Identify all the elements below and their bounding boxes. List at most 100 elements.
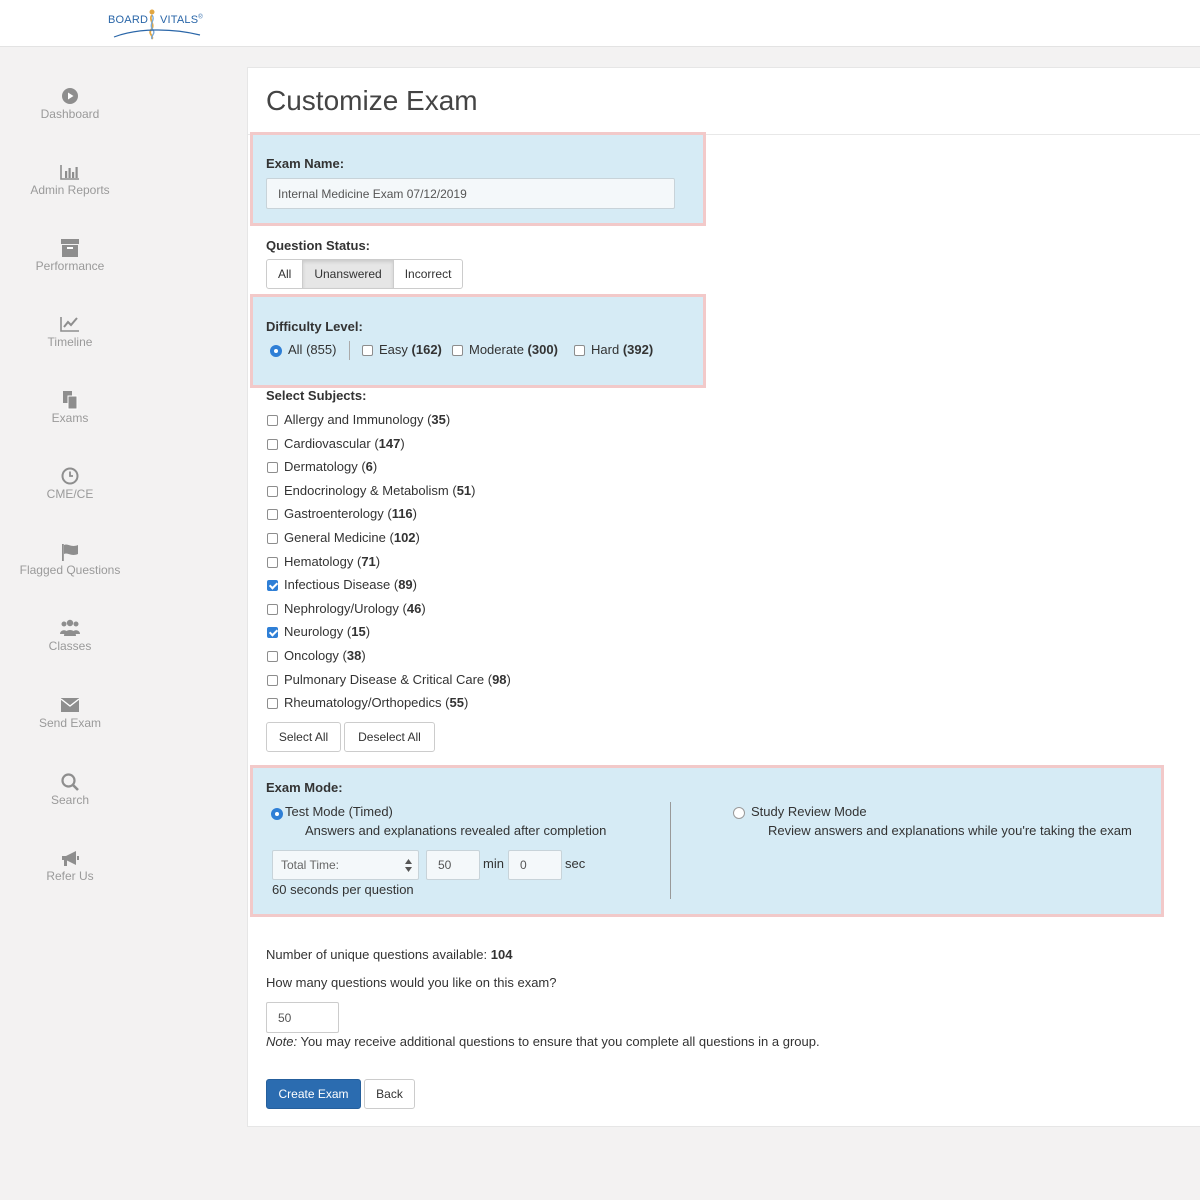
subject-checkbox[interactable] bbox=[267, 603, 278, 615]
select-all-button[interactable]: Select All bbox=[266, 722, 341, 752]
minutes-input[interactable]: 50 bbox=[426, 850, 480, 880]
exam-name-label: Exam Name: bbox=[266, 156, 345, 171]
subject-label: Infectious Disease (89) bbox=[284, 577, 417, 593]
sidebar-item-label: Dashboard bbox=[40, 107, 100, 121]
how-many-questions-label: How many questions would you like on thi… bbox=[266, 975, 557, 990]
exam-mode-label: Exam Mode: bbox=[266, 780, 343, 795]
difficulty-easy-label: Easy (162) bbox=[379, 342, 442, 357]
difficulty-easy-checkbox[interactable] bbox=[362, 345, 373, 356]
bar-chart-icon bbox=[60, 165, 79, 180]
sidebar-item-label: Exams bbox=[51, 411, 89, 425]
sidebar-item-label: Admin Reports bbox=[30, 183, 110, 197]
line-chart-icon bbox=[60, 317, 79, 332]
subject-count: 102 bbox=[393, 530, 416, 545]
create-exam-button[interactable]: Create Exam bbox=[266, 1079, 361, 1109]
sidebar-item-classes[interactable]: Classes bbox=[0, 618, 140, 678]
note-text: Note: You may receive additional questio… bbox=[266, 1034, 820, 1049]
subject-checkbox[interactable] bbox=[267, 698, 278, 710]
subject-count: 71 bbox=[361, 553, 376, 569]
test-mode-radio[interactable] bbox=[271, 808, 283, 820]
minutes-unit-label: min bbox=[483, 856, 504, 871]
subject-label: Neurology (15) bbox=[284, 624, 371, 640]
subject-label: General Medicine (102) bbox=[284, 530, 420, 545]
status-all-button[interactable]: All bbox=[267, 260, 304, 288]
exam-name-input[interactable]: Internal Medicine Exam 07/12/2019 bbox=[266, 178, 675, 209]
select-subjects-label: Select Subjects: bbox=[266, 388, 367, 403]
sidebar-item-label: Timeline bbox=[47, 335, 93, 349]
total-time-select[interactable]: Total Time: bbox=[272, 850, 419, 880]
subject-name: Rheumatology/Orthopedics bbox=[284, 695, 442, 711]
question-status-toggle: All Unanswered Incorrect bbox=[266, 259, 464, 289]
subject-label: Allergy and Immunology (35) bbox=[284, 412, 451, 427]
question-status-label: Question Status: bbox=[266, 238, 371, 253]
sidebar-item-exams[interactable]: Exams bbox=[0, 390, 140, 450]
sidebar-item-label: CME/CE bbox=[46, 487, 94, 501]
sidebar-item-dashboard[interactable]: Dashboard bbox=[0, 86, 140, 146]
subject-name: Nephrology/Urology bbox=[284, 600, 399, 616]
subject-checkbox[interactable] bbox=[267, 485, 278, 497]
top-bar: BOARD VITALS® bbox=[0, 0, 1200, 47]
subject-checkbox[interactable] bbox=[267, 533, 278, 544]
difficulty-label: Difficulty Level: bbox=[266, 319, 363, 334]
megaphone-icon bbox=[62, 851, 79, 866]
subject-count: 51 bbox=[456, 482, 472, 498]
sidebar-item-send-exam[interactable]: Send Exam bbox=[0, 695, 140, 755]
subject-label: Endocrinology & Metabolism (51) bbox=[284, 482, 476, 498]
back-button[interactable]: Back bbox=[364, 1079, 415, 1109]
question-count-input[interactable]: 50 bbox=[266, 1002, 339, 1033]
difficulty-moderate-label: Moderate (300) bbox=[469, 342, 558, 357]
sidebar-item-label: Classes bbox=[48, 639, 92, 653]
flag-icon bbox=[62, 544, 78, 561]
subject-label: Hematology (71) bbox=[284, 553, 381, 569]
sidebar-item-search[interactable]: Search bbox=[0, 772, 140, 832]
difficulty-all-radio[interactable] bbox=[270, 345, 282, 357]
subject-checkbox[interactable] bbox=[267, 415, 278, 426]
subject-checkbox[interactable] bbox=[267, 627, 278, 639]
study-mode-radio[interactable] bbox=[733, 807, 745, 819]
sidebar-item-admin-reports[interactable]: Admin Reports bbox=[0, 162, 140, 222]
subject-checkbox[interactable] bbox=[267, 462, 278, 474]
sidebar-item-label: Performance bbox=[35, 259, 105, 273]
subject-count: 147 bbox=[378, 435, 401, 451]
subject-checkbox[interactable] bbox=[267, 438, 278, 450]
subject-name: Cardiovascular bbox=[284, 435, 371, 451]
sidebar-item-flagged-questions[interactable]: Flagged Questions bbox=[0, 542, 140, 602]
seconds-input[interactable]: 0 bbox=[508, 850, 562, 880]
subject-checkbox[interactable] bbox=[267, 580, 278, 592]
sidebar-item-refer-us[interactable]: Refer Us bbox=[0, 848, 140, 908]
seconds-unit-label: sec bbox=[565, 856, 586, 871]
subject-count: 89 bbox=[398, 577, 413, 593]
subject-count: 55 bbox=[449, 695, 464, 711]
sidebar-item-label: Search bbox=[50, 793, 90, 807]
sidebar-item-label: Flagged Questions bbox=[19, 563, 121, 577]
envelope-icon bbox=[60, 698, 80, 712]
subject-checkbox[interactable] bbox=[267, 556, 278, 568]
subject-count: 38 bbox=[346, 648, 362, 663]
sidebar-item-performance[interactable]: Performance bbox=[0, 238, 140, 298]
study-mode-title: Study Review Mode bbox=[751, 804, 867, 819]
select-arrows-icon bbox=[405, 859, 412, 872]
deselect-all-button[interactable]: Deselect All bbox=[344, 722, 435, 752]
subject-name: Oncology bbox=[284, 648, 339, 663]
sidebar-item-cme-ce[interactable]: CME/CE bbox=[0, 466, 140, 526]
sidebar-item-timeline[interactable]: Timeline bbox=[0, 314, 140, 374]
difficulty-section bbox=[250, 294, 706, 388]
status-incorrect-button[interactable]: Incorrect bbox=[394, 260, 463, 288]
boardvitals-logo[interactable]: BOARD VITALS® bbox=[108, 8, 204, 40]
difficulty-moderate-checkbox[interactable] bbox=[452, 345, 463, 356]
subject-count: 35 bbox=[431, 412, 446, 427]
exam-mode-divider bbox=[670, 802, 671, 899]
subject-label: Dermatology (6) bbox=[284, 459, 378, 475]
subject-checkbox[interactable] bbox=[267, 674, 278, 686]
status-unanswered-button[interactable]: Unanswered bbox=[303, 260, 394, 288]
subject-name: Hematology bbox=[284, 553, 354, 569]
subject-name: Neurology bbox=[284, 624, 344, 640]
subject-checkbox[interactable] bbox=[267, 509, 278, 521]
subject-checkbox[interactable] bbox=[267, 651, 278, 662]
subject-name: General Medicine bbox=[284, 530, 386, 545]
unique-questions-text: Number of unique questions available: 10… bbox=[266, 947, 513, 962]
difficulty-hard-checkbox[interactable] bbox=[574, 345, 585, 356]
subject-label: Gastroenterology (116) bbox=[284, 506, 418, 522]
subject-name: Gastroenterology bbox=[284, 506, 384, 522]
per-question-time-text: 60 seconds per question bbox=[272, 882, 414, 897]
